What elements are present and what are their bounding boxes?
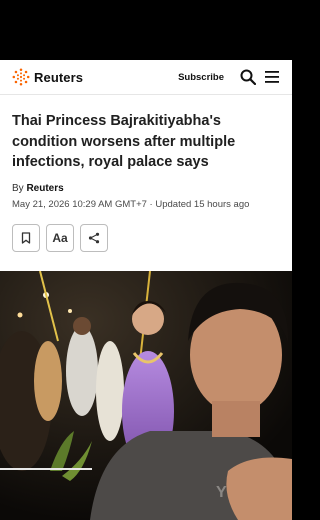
reuters-logo-icon (12, 68, 30, 86)
text-size-button[interactable]: Aa (46, 223, 74, 252)
video-player[interactable]: YO (0, 271, 292, 520)
article-headline: Thai Princess Bajrakitiyabha's condition… (12, 113, 236, 170)
brand-name: Reuters (34, 69, 84, 85)
video-frame: YO (0, 271, 292, 520)
top-navigation-bar: Reuters Subscribe (0, 60, 292, 95)
byline: By Reuters (12, 183, 280, 194)
article-actions: Aa (12, 223, 280, 252)
byline-prefix: By (12, 182, 24, 194)
article-screen: Reuters Subscribe Thai Princess Bajrakit… (0, 60, 292, 520)
share-button[interactable] (80, 223, 108, 252)
video-progress-bar[interactable] (0, 468, 92, 470)
hamburger-menu-icon[interactable] (262, 67, 282, 87)
article-body: Thai Princess Bajrakitiyabha's condition… (0, 111, 292, 252)
byline-author-link[interactable]: Reuters (26, 183, 63, 194)
article-dateline: May 21, 2026 10:29 AM GMT+7 · Updated 15… (12, 198, 250, 210)
bookmark-button[interactable] (12, 223, 40, 252)
reuters-brand[interactable]: Reuters (12, 68, 83, 86)
share-icon (88, 232, 100, 243)
bookmark-icon (21, 231, 31, 244)
search-icon[interactable] (238, 67, 258, 87)
subscribe-button[interactable]: Subscribe (178, 72, 224, 83)
